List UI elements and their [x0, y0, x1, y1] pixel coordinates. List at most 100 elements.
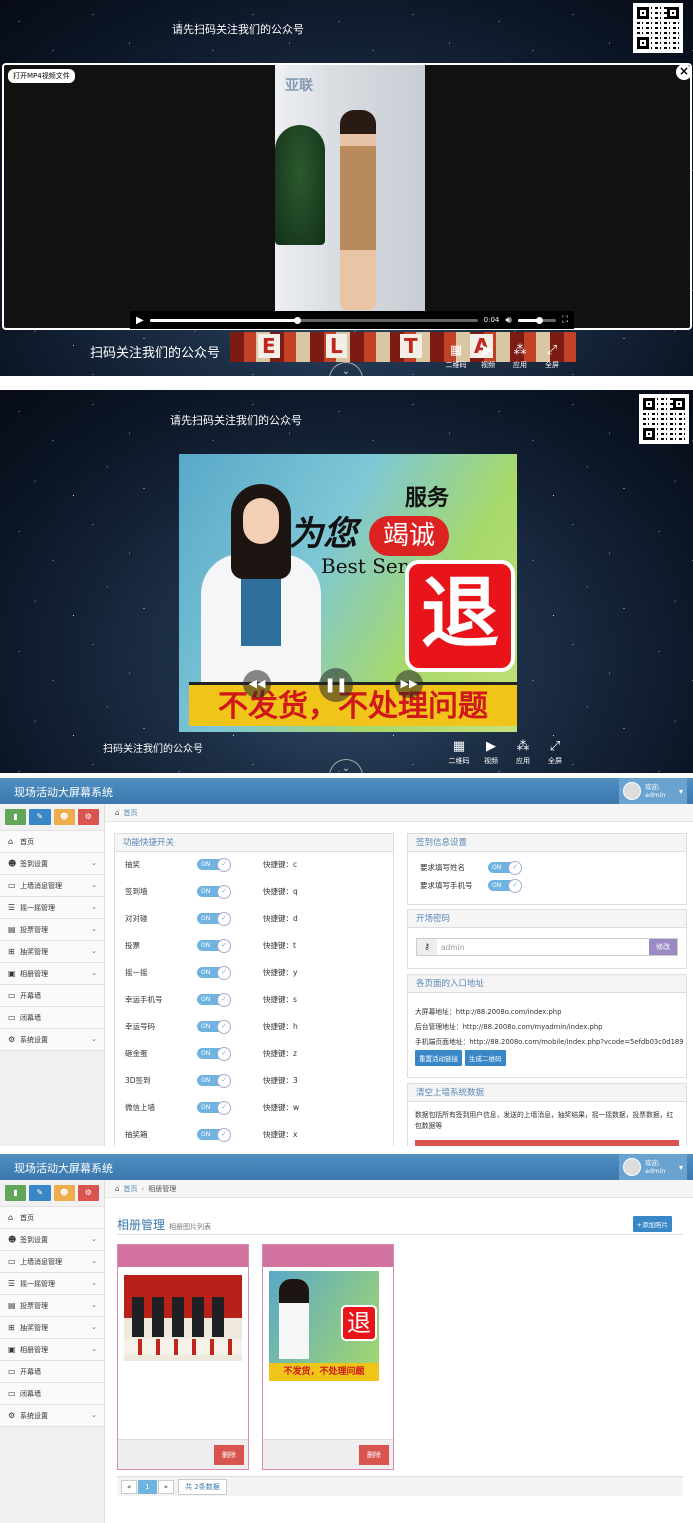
sidebar-item[interactable]: ⚙ 系统设置 ⌄	[0, 1405, 104, 1427]
panel-title: 清空上墙系统数据	[408, 1084, 686, 1102]
sidebar-item[interactable]: ⚙ 系统设置 ⌄	[0, 1029, 104, 1051]
sidebar-item-label: 开幕墙	[20, 991, 41, 1000]
feature-toggle[interactable]: ON	[197, 912, 231, 926]
tool-fullscreen[interactable]: ⤢ 全屏	[540, 344, 564, 370]
sidebar-item[interactable]: ▤ 投票管理 ⌄	[0, 919, 104, 941]
tool-fullscreen[interactable]: ⤢ 全屏	[543, 740, 567, 766]
tool-apps[interactable]: ⁂ 应用	[508, 344, 532, 370]
clear-data-button[interactable]	[415, 1140, 679, 1146]
sidebar-item[interactable]: ⊞ 抽奖管理 ⌄	[0, 941, 104, 963]
cogs-icon[interactable]: ⚙	[77, 1185, 99, 1201]
group-icon[interactable]: ☻	[53, 809, 75, 825]
breadcrumb-home[interactable]: 首页	[123, 1184, 137, 1194]
signin-name-toggle[interactable]: ON	[488, 861, 522, 875]
signin-phone-toggle[interactable]: ON	[488, 879, 522, 893]
sidebar-item[interactable]: ▭ 闭幕墙	[0, 1007, 104, 1029]
tool-apps[interactable]: ⁂ 应用	[511, 740, 535, 766]
monitor-icon: ▭	[8, 1257, 16, 1266]
feature-name: 摇一摇	[125, 968, 148, 977]
feature-toggle[interactable]: ON	[197, 885, 231, 899]
open-mp4-button[interactable]: 打开MP4视频文件	[8, 69, 75, 83]
video-frame[interactable]: 亚联	[275, 65, 425, 314]
generate-qrcode-button[interactable]: 生成二维码	[465, 1050, 506, 1066]
sidebar-item[interactable]: ☰ 摇一摇管理 ⌄	[0, 897, 104, 919]
reset-link-button[interactable]: 重置活动链接	[415, 1050, 462, 1066]
group-icon[interactable]: ☻	[53, 1185, 75, 1201]
feature-toggle[interactable]: ON	[197, 1047, 231, 1061]
sidebar-item-label: 首页	[20, 837, 34, 846]
feature-toggle[interactable]: ON	[197, 1074, 231, 1088]
delete-button[interactable]: 删除	[359, 1445, 389, 1465]
panel-title: 开场密码	[408, 910, 686, 928]
tool-qrcode[interactable]: ▦ 二维码	[444, 344, 468, 370]
tool-qrcode[interactable]: ▦ 二维码	[447, 740, 471, 766]
pencil-icon[interactable]: ✎	[29, 1185, 51, 1201]
page-current[interactable]: 1	[138, 1479, 157, 1494]
feature-toggle[interactable]: ON	[197, 1128, 231, 1142]
close-icon[interactable]: ×	[676, 64, 692, 80]
delete-button[interactable]: 删除	[214, 1445, 244, 1465]
password-input[interactable]	[437, 939, 649, 955]
panel-title: 签到信息设置	[408, 834, 686, 852]
video-time: 0:04	[483, 316, 500, 324]
sidebar-item[interactable]: ▤ 投票管理 ⌄	[0, 1295, 104, 1317]
video-seek-bar[interactable]	[149, 316, 478, 324]
user-name: admin	[645, 791, 666, 799]
rewind-icon[interactable]: ◀◀	[243, 670, 271, 698]
sidebar-item-label: 系统设置	[20, 1035, 48, 1044]
sidebar-item[interactable]: ☻ 签到设置 ⌄	[0, 853, 104, 875]
sidebar-item[interactable]: ⌂ 首页	[0, 831, 104, 853]
feature-toggle[interactable]: ON	[197, 1101, 231, 1115]
pause-icon[interactable]: ❚❚	[319, 668, 353, 702]
video-icon: ▶	[486, 739, 496, 754]
stats-icon[interactable]: ▮	[5, 809, 27, 825]
volume-slider[interactable]	[517, 316, 556, 324]
sidebar-item[interactable]: ▣ 相册管理 ⌄	[0, 1339, 104, 1361]
feature-row: 摇一摇 ON 快捷键：y	[125, 966, 298, 980]
tool-video[interactable]: ▶ 视频	[476, 344, 500, 370]
sidebar-item[interactable]: ⌂ 首页	[0, 1207, 104, 1229]
chevron-down-icon: ⌄	[91, 947, 97, 955]
sidebar-item[interactable]: ▣ 相册管理 ⌄	[0, 963, 104, 985]
gear-icon: ⚙	[8, 1035, 16, 1044]
tool-video[interactable]: ▶ 视频	[479, 740, 503, 766]
page-next[interactable]: »	[157, 1479, 175, 1494]
add-photo-button[interactable]: +添加照片	[632, 1216, 672, 1232]
photo-thumbnail[interactable]: 退 不发货，不处理问题	[269, 1271, 379, 1381]
sidebar-item-label: 系统设置	[20, 1411, 48, 1420]
sidebar-item[interactable]: ▭ 闭幕墙	[0, 1383, 104, 1405]
stats-icon[interactable]: ▮	[5, 1185, 27, 1201]
sidebar-item[interactable]: ▭ 开幕墙	[0, 985, 104, 1007]
scan-banner-top: 请先扫码关注我们的公众号	[170, 414, 302, 427]
shortcut-key: y	[293, 968, 298, 977]
chevron-down-icon[interactable]: ⌄	[329, 362, 363, 376]
feature-toggle[interactable]: ON	[197, 966, 231, 980]
sidebar-item[interactable]: ▭ 开幕墙	[0, 1361, 104, 1383]
sidebar-item[interactable]: ☰ 摇一摇管理 ⌄	[0, 1273, 104, 1295]
feature-toggle[interactable]: ON	[197, 1020, 231, 1034]
cogs-icon[interactable]: ⚙	[77, 809, 99, 825]
password-modify-button[interactable]: 修改	[649, 939, 677, 955]
sidebar-item-label: 投票管理	[20, 1301, 48, 1310]
page-prev[interactable]: «	[121, 1479, 138, 1494]
feature-toggle[interactable]: ON	[197, 939, 231, 953]
fullscreen-video-icon[interactable]: ⛶	[562, 315, 568, 325]
sidebar-item-label: 上墙消息管理	[20, 881, 62, 890]
sidebar-item[interactable]: ⊞ 抽奖管理 ⌄	[0, 1317, 104, 1339]
feature-toggle[interactable]: ON	[197, 993, 231, 1007]
chevron-down-icon[interactable]: ⌄	[329, 759, 363, 773]
volume-icon[interactable]: 🔊︎	[505, 315, 511, 326]
forward-icon[interactable]: ▶▶	[395, 670, 423, 698]
breadcrumb-home[interactable]: 首页	[123, 808, 137, 818]
user-menu[interactable]: 欢迎, admin ▾	[619, 1154, 687, 1180]
play-icon[interactable]: ▶	[136, 315, 144, 326]
photo-thumbnail[interactable]	[124, 1275, 242, 1361]
tool-label: 二维码	[448, 757, 470, 765]
sidebar-item[interactable]: ☻ 签到设置 ⌄	[0, 1229, 104, 1251]
user-menu[interactable]: 欢迎, admin ▾	[619, 778, 687, 804]
pencil-icon[interactable]: ✎	[29, 809, 51, 825]
slideshow-image[interactable]: 服务 为您 竭诚 Best Ser 退 不发货，不处理问题 ◀◀ ❚❚ ▶▶	[179, 454, 517, 732]
sidebar-item[interactable]: ▭ 上墙消息管理 ⌄	[0, 875, 104, 897]
sidebar-item[interactable]: ▭ 上墙消息管理 ⌄	[0, 1251, 104, 1273]
feature-toggle[interactable]: ON	[197, 858, 231, 872]
